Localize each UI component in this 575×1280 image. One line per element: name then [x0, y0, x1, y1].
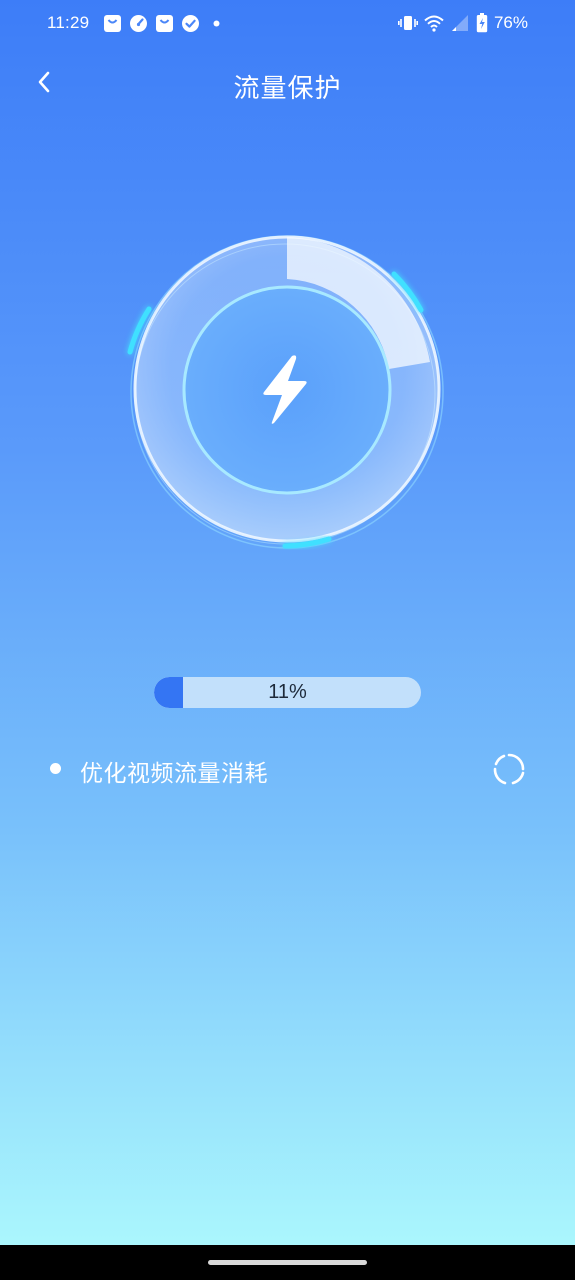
header: 流量保护 — [0, 56, 575, 112]
system-navigation-bar — [0, 1245, 575, 1280]
dot-icon — [207, 14, 226, 33]
notification-icons — [103, 14, 226, 33]
progress-percent: 11% — [268, 681, 307, 703]
vibrate-icon — [397, 14, 418, 32]
status-bar: 11:29 76% — [0, 0, 575, 48]
check-circle-icon — [181, 14, 200, 33]
shopping-bag-icon — [155, 14, 174, 33]
battery-charging-icon — [476, 13, 488, 33]
wifi-icon — [424, 14, 444, 32]
status-time: 11:29 — [47, 13, 90, 32]
task-item: 优化视频流量消耗 — [0, 744, 575, 794]
page-title: 流量保护 — [233, 74, 342, 104]
system-icons: 76% — [397, 13, 528, 33]
shopping-bag-icon — [103, 14, 122, 33]
signal-icon — [450, 14, 470, 32]
home-gesture-handle[interactable] — [208, 1260, 367, 1265]
progress-bar: 11% — [154, 677, 421, 708]
lightning-bolt-icon — [258, 354, 312, 426]
speedometer-icon — [129, 14, 148, 33]
loading-spinner-icon — [492, 752, 526, 786]
protection-ring-graphic — [107, 222, 467, 582]
battery-percent: 76% — [493, 13, 528, 32]
bullet-dot-icon — [50, 763, 61, 774]
task-label: 优化视频流量消耗 — [80, 761, 268, 787]
